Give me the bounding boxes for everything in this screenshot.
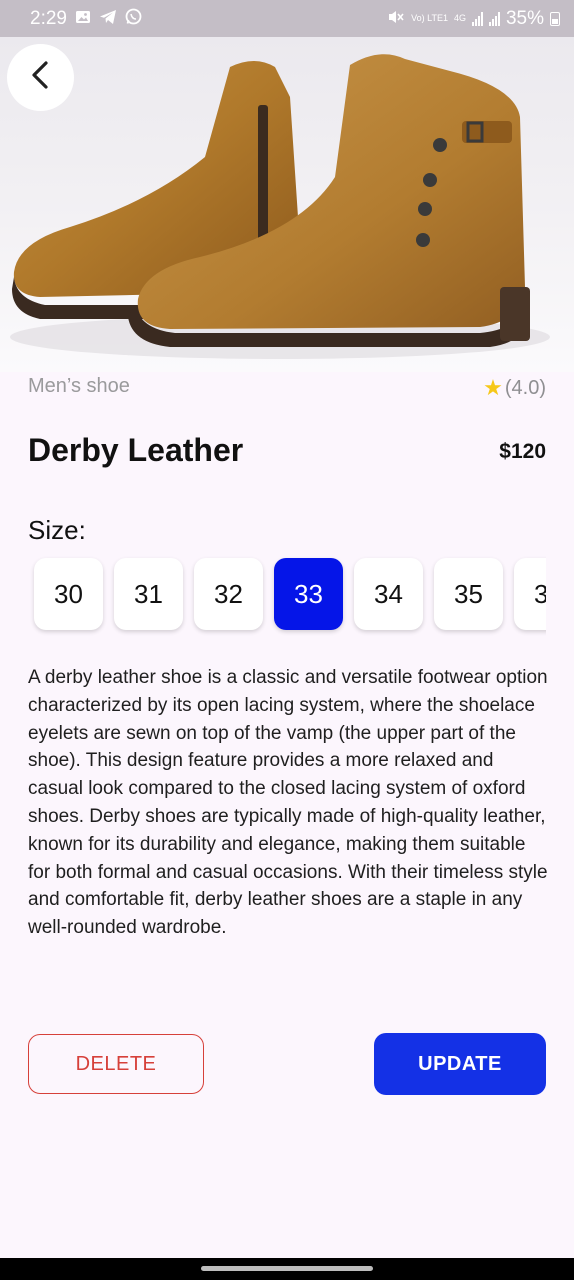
product-image	[0, 37, 574, 372]
delete-button[interactable]: DELETE	[28, 1034, 204, 1094]
status-right: Vo) LTE1 4G 35%	[387, 8, 560, 30]
size-chip-32[interactable]: 32	[194, 558, 263, 630]
product-rating: ★ (4.0)	[483, 375, 546, 401]
volte-indicator: Vo) LTE1	[411, 13, 448, 23]
size-selector[interactable]: 30313233343536	[28, 552, 546, 642]
signal-icon	[488, 11, 500, 26]
product-price: $120	[499, 440, 546, 463]
status-bar: 2:29 Vo) LTE1 4G 35%	[0, 0, 574, 37]
battery-percent: 35%	[505, 7, 544, 29]
size-chip-34[interactable]: 34	[354, 558, 423, 630]
size-row: 30313233343536	[34, 558, 546, 630]
size-chip-30[interactable]: 30	[34, 558, 103, 630]
status-left: 2:29	[30, 8, 142, 30]
arrow-back-icon	[28, 60, 54, 95]
whatsapp-icon	[125, 8, 142, 29]
back-button[interactable]	[7, 44, 74, 111]
telegram-icon	[99, 9, 117, 29]
system-nav-bar	[0, 1258, 574, 1280]
product-description: A derby leather shoe is a classic and ve…	[28, 667, 548, 939]
size-chip-31[interactable]: 31	[114, 558, 183, 630]
signal-icon	[471, 11, 483, 26]
battery-icon	[550, 11, 560, 26]
gallery-icon	[75, 9, 91, 29]
star-icon: ★	[483, 375, 503, 400]
network-type: 4G	[453, 13, 466, 23]
product-title: Derby Leather	[28, 432, 244, 468]
size-label: Size:	[28, 515, 86, 545]
update-button[interactable]: UPDATE	[374, 1033, 546, 1095]
boots-illustration	[10, 54, 550, 359]
size-chip-36[interactable]: 36	[514, 558, 546, 630]
home-indicator[interactable]	[201, 1266, 373, 1271]
size-chip-35[interactable]: 35	[434, 558, 503, 630]
mute-icon	[387, 9, 405, 29]
product-category: Men’s shoe	[28, 375, 130, 397]
rating-value: (4.0)	[504, 376, 546, 399]
status-time: 2:29	[30, 7, 67, 29]
size-chip-33[interactable]: 33	[274, 558, 343, 630]
